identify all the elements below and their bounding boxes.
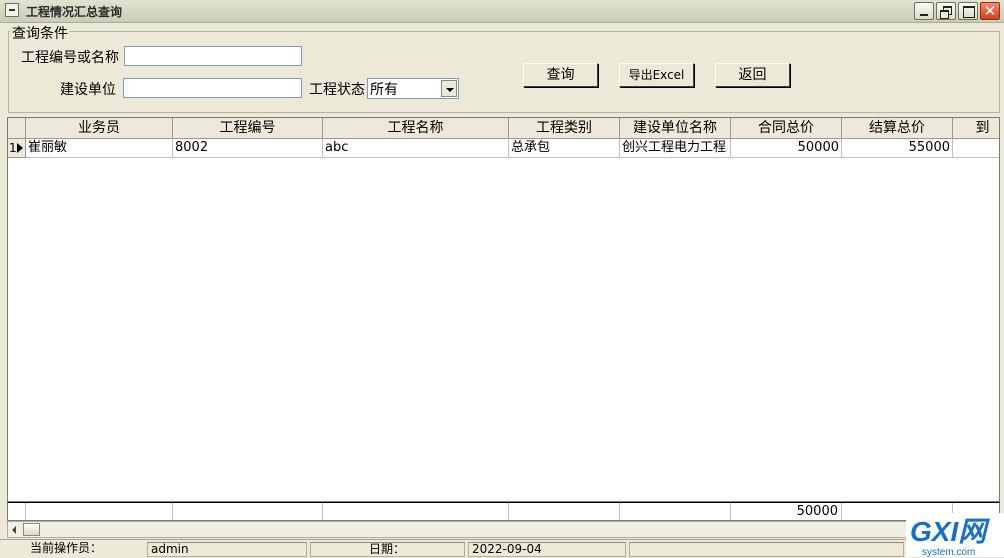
totals-cell bbox=[26, 503, 173, 520]
project-label: 工程编号或名称 bbox=[21, 50, 119, 66]
close-button[interactable]: ✕ bbox=[980, 2, 1000, 20]
title-bar: 工程情况汇总查询 ✕ bbox=[0, 0, 1004, 23]
column-header-partial[interactable]: 到 bbox=[953, 118, 999, 139]
row-number: 1 bbox=[9, 141, 17, 155]
status-select-value: 所有 bbox=[370, 82, 398, 98]
totals-cell bbox=[173, 503, 323, 520]
column-header-project-type[interactable]: 工程类别 bbox=[509, 118, 620, 139]
table-cell[interactable]: 55000 bbox=[842, 139, 953, 158]
gxi-watermark-logo: GXI网 system.com bbox=[906, 513, 1004, 557]
minimize-button[interactable] bbox=[914, 2, 934, 20]
totals-cell bbox=[509, 503, 620, 520]
column-header-salesman[interactable]: 业务员 bbox=[26, 118, 173, 139]
date-value: 2022-09-04 bbox=[468, 542, 626, 557]
totals-cell bbox=[8, 503, 26, 520]
project-input[interactable] bbox=[124, 46, 302, 66]
restore-button[interactable] bbox=[936, 2, 956, 20]
totals-row: 50000 bbox=[7, 502, 1000, 521]
table-cell[interactable]: 50000 bbox=[731, 139, 842, 158]
column-header-contract-total[interactable]: 合同总价 bbox=[731, 118, 842, 139]
unit-input[interactable] bbox=[123, 78, 302, 98]
column-header-builder-name[interactable]: 建设单位名称 bbox=[620, 118, 731, 139]
row-indicator[interactable]: 1 bbox=[8, 139, 26, 158]
table-cell[interactable]: 崔丽敏 bbox=[26, 139, 173, 158]
status-select[interactable]: 所有 bbox=[367, 78, 459, 99]
back-button[interactable]: 返回 bbox=[715, 63, 790, 87]
status-panel-empty bbox=[629, 542, 904, 557]
column-header-project-no[interactable]: 工程编号 bbox=[173, 118, 323, 139]
horizontal-scrollbar[interactable] bbox=[7, 521, 907, 538]
operator-label: 当前操作员： bbox=[30, 541, 103, 555]
grid-corner bbox=[8, 118, 26, 139]
query-button[interactable]: 查询 bbox=[523, 63, 598, 87]
current-row-arrow-icon bbox=[17, 143, 23, 153]
date-label: 日期： bbox=[310, 542, 465, 557]
export-excel-button[interactable]: 导出Excel bbox=[619, 63, 694, 87]
watermark-domain: system.com bbox=[922, 547, 975, 557]
status-bar: 当前操作员： admin 日期： 2022-09-04 bbox=[0, 539, 1004, 558]
watermark-brand: GXI网 bbox=[910, 516, 990, 547]
window-title: 工程情况汇总查询 bbox=[26, 5, 123, 19]
table-cell[interactable]: 总承包 bbox=[509, 139, 620, 158]
system-menu-icon[interactable] bbox=[5, 3, 19, 17]
query-group-title: 查询条件 bbox=[10, 23, 70, 43]
column-header-project-name[interactable]: 工程名称 bbox=[323, 118, 509, 139]
totals-cell bbox=[323, 503, 509, 520]
status-label: 工程状态 bbox=[309, 82, 365, 98]
unit-label: 建设单位 bbox=[60, 82, 116, 98]
results-grid[interactable]: 业务员 工程编号 工程名称 工程类别 建设单位名称 合同总价 结算总价 到 1 … bbox=[7, 117, 1000, 502]
scroll-thumb[interactable] bbox=[23, 523, 40, 536]
totals-cell bbox=[620, 503, 731, 520]
table-cell[interactable]: 8002 bbox=[173, 139, 323, 158]
contract-total-sum: 50000 bbox=[731, 503, 842, 520]
table-cell[interactable] bbox=[953, 139, 999, 158]
close-icon: ✕ bbox=[983, 2, 997, 20]
query-group-box bbox=[8, 31, 1000, 113]
operator-value: admin bbox=[147, 542, 307, 557]
table-cell[interactable]: abc bbox=[323, 139, 509, 158]
maximize-button[interactable] bbox=[958, 2, 978, 20]
chevron-down-icon[interactable] bbox=[441, 80, 457, 97]
column-header-settlement-total[interactable]: 结算总价 bbox=[842, 118, 953, 139]
scroll-left-icon[interactable] bbox=[8, 522, 22, 537]
table-cell[interactable]: 创兴工程电力工程 bbox=[620, 139, 731, 158]
